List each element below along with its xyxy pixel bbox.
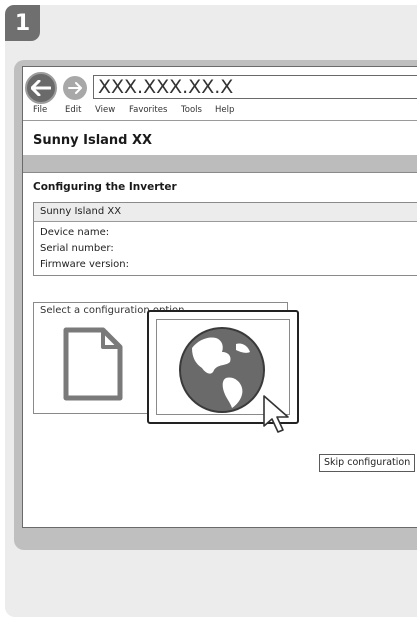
cursor-arrow-icon xyxy=(263,395,289,433)
device-name-label: Device name: xyxy=(40,227,110,238)
menu-file[interactable]: File xyxy=(33,105,47,115)
menu-edit[interactable]: Edit xyxy=(65,105,81,115)
section-title: Configuring the Inverter xyxy=(33,181,177,193)
menu-view[interactable]: View xyxy=(95,105,115,115)
step-number-badge: 1 xyxy=(5,5,40,41)
browser-window: XXX.XXX.XX.X File Edit View Favorites To… xyxy=(22,66,417,528)
menu-favorites[interactable]: Favorites xyxy=(129,105,167,115)
menu-help[interactable]: Help xyxy=(215,105,234,115)
address-bar[interactable]: XXX.XXX.XX.X xyxy=(93,75,417,99)
document-icon[interactable] xyxy=(63,327,123,401)
back-button[interactable] xyxy=(25,72,57,104)
serial-number-label: Serial number: xyxy=(40,243,114,254)
skip-configuration-button[interactable]: Skip configuration xyxy=(319,454,416,472)
arrow-left-icon xyxy=(31,80,51,96)
device-info-panel: Sunny Island XX Device name: Serial numb… xyxy=(33,202,417,276)
title-strip xyxy=(23,155,417,173)
menu-bar: File Edit View Favorites Tools Help xyxy=(23,102,417,121)
device-header: Sunny Island XX xyxy=(34,203,417,222)
arrow-right-icon xyxy=(68,82,82,94)
menu-tools[interactable]: Tools xyxy=(181,105,202,115)
page-title: Sunny Island XX xyxy=(33,133,153,148)
forward-button[interactable] xyxy=(63,76,87,100)
firmware-version-label: Firmware version: xyxy=(40,259,130,270)
globe-icon xyxy=(179,327,265,413)
